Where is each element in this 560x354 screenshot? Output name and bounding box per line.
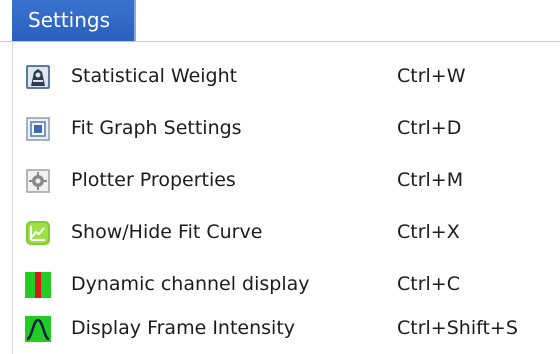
statistical-weight-icon	[25, 64, 51, 90]
menu-item-shortcut: Ctrl+Shift+S	[397, 317, 518, 339]
fit-curve-icon	[25, 220, 51, 246]
menu-item-shortcut: Ctrl+X	[397, 221, 460, 243]
menu-item-label: Display Frame Intensity	[71, 317, 296, 339]
menu-item-label: Statistical Weight	[71, 65, 238, 87]
menu-item-label: Fit Graph Settings	[71, 117, 242, 139]
menu-item-label: Dynamic channel display	[71, 273, 310, 295]
menu-item-fit-graph-settings[interactable]: Fit Graph Settings Ctrl+D	[13, 106, 559, 150]
settings-dropdown-menu: Statistical Weight Ctrl+W Fit Graph Sett…	[12, 42, 560, 354]
menu-bar: Settings	[0, 0, 560, 42]
menu-item-shortcut: Ctrl+W	[397, 65, 466, 87]
menu-item-display-frame-intensity[interactable]: Display Frame Intensity Ctrl+Shift+S	[13, 306, 559, 350]
plotter-properties-icon	[25, 168, 51, 194]
menu-item-label: Show/Hide Fit Curve	[71, 221, 263, 243]
menu-item-dynamic-channel-display[interactable]: Dynamic channel display Ctrl+C	[13, 262, 559, 306]
menu-item-statistical-weight[interactable]: Statistical Weight Ctrl+W	[13, 54, 559, 98]
fit-graph-settings-icon	[25, 116, 51, 142]
menu-item-shortcut: Ctrl+M	[397, 169, 464, 191]
menu-item-plotter-properties[interactable]: Plotter Properties Ctrl+M	[13, 158, 559, 202]
menu-item-shortcut: Ctrl+D	[397, 117, 462, 139]
dynamic-channel-icon	[25, 272, 51, 298]
menu-item-shortcut: Ctrl+C	[397, 273, 460, 295]
menu-item-label: Plotter Properties	[71, 169, 236, 191]
frame-intensity-icon	[25, 316, 51, 342]
settings-menu-title[interactable]: Settings	[12, 0, 136, 42]
menu-item-show-hide-fit-curve[interactable]: Show/Hide Fit Curve Ctrl+X	[13, 210, 559, 254]
